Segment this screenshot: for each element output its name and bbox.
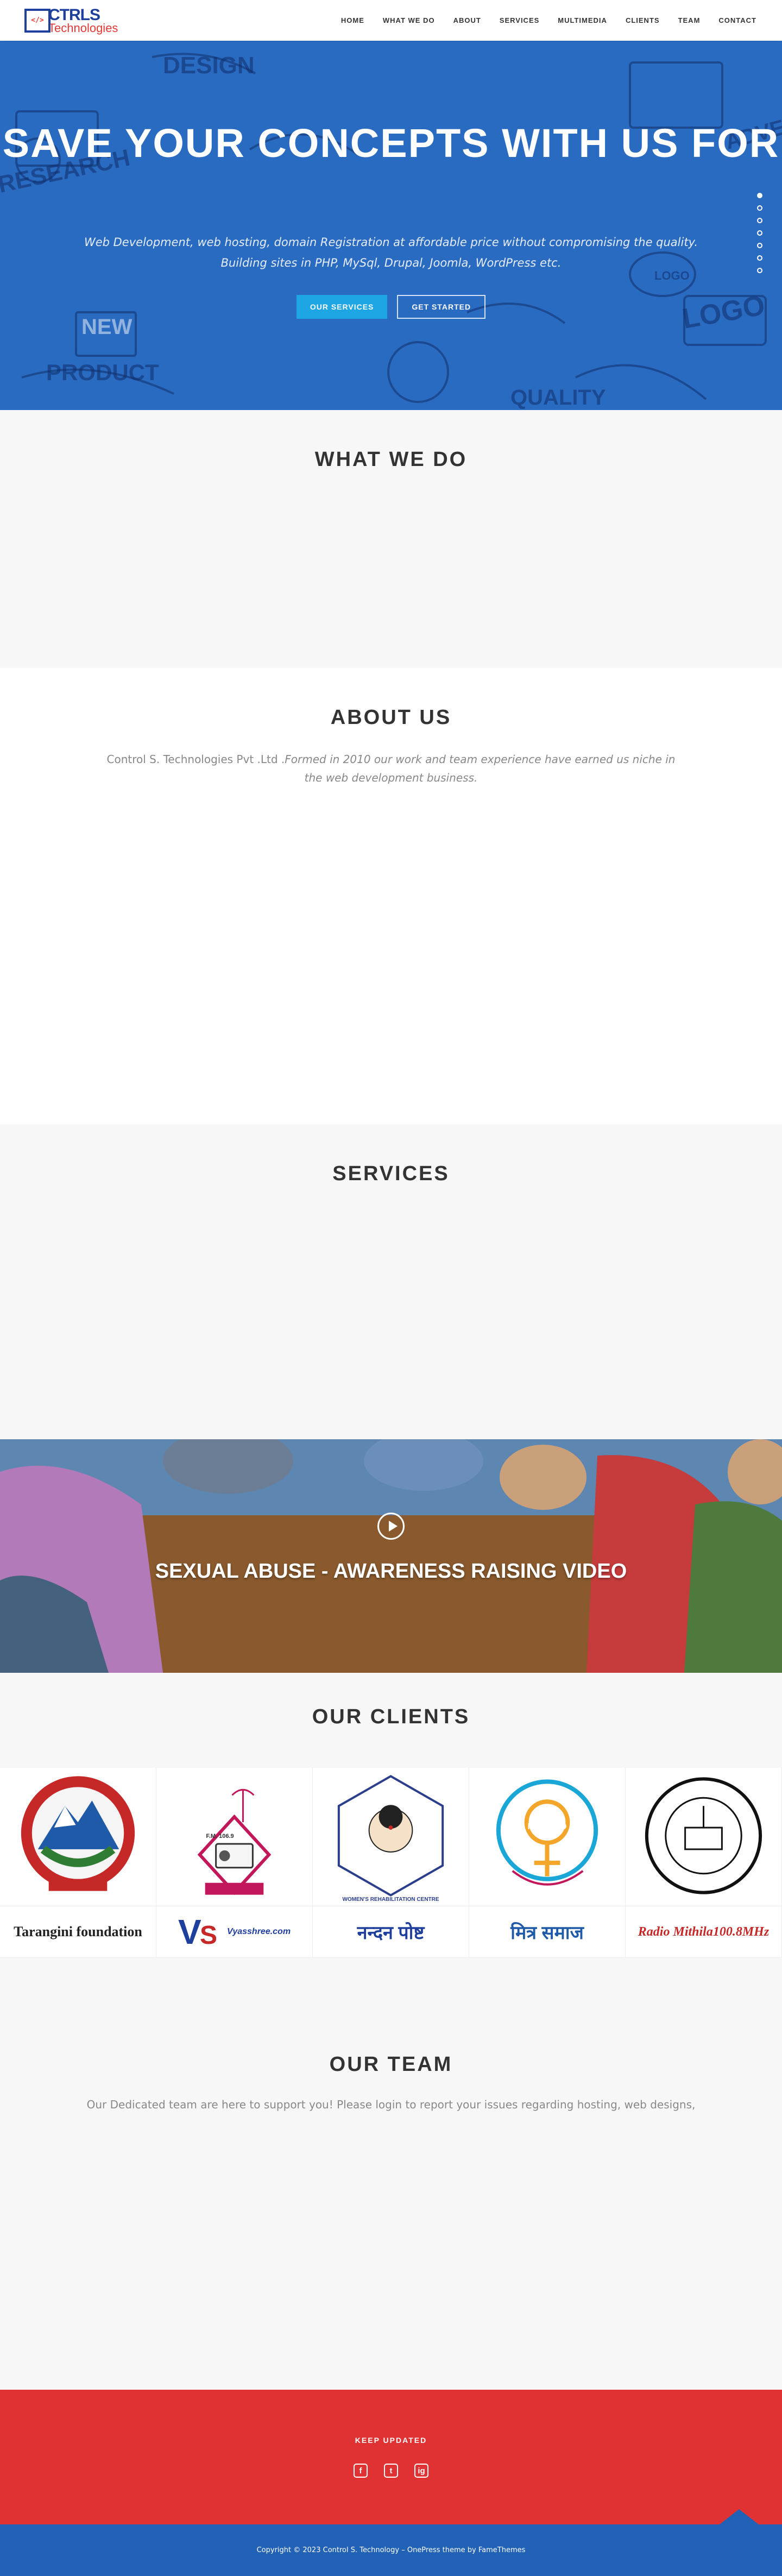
svg-text:S: S bbox=[200, 1921, 217, 1950]
facebook-icon[interactable]: f bbox=[354, 2464, 368, 2478]
svg-text:V: V bbox=[178, 1912, 201, 1951]
client-logo-vyasshree[interactable]: V S Vyasshree.com bbox=[156, 1906, 313, 1958]
client-logo-radio-mithila[interactable]: Radio Mithila100.8MHz bbox=[626, 1906, 782, 1958]
dot-nav-4[interactable] bbox=[757, 230, 762, 236]
nav-home[interactable]: HOME bbox=[332, 16, 374, 24]
nav-team[interactable]: TEAM bbox=[669, 16, 710, 24]
nav-services[interactable]: SERVICES bbox=[490, 16, 549, 24]
copyright-bar: Copyright © 2023 Control S. Technology –… bbox=[0, 2524, 782, 2576]
team-section: OUR TEAM Our Dedicated team are here to … bbox=[0, 2004, 782, 2390]
community-radio-seal-icon bbox=[645, 1777, 762, 1894]
clients-title: OUR CLIENTS bbox=[312, 1705, 470, 1728]
our-services-button[interactable]: OUR SERVICES bbox=[296, 295, 388, 319]
client-logo-womens-rehabilitation[interactable]: WOMEN'S REHABILITATION CENTRE bbox=[313, 1768, 469, 1906]
client-logo-nandan-post[interactable]: नन्दन पोष्ट bbox=[313, 1906, 469, 1958]
back-to-top-button[interactable] bbox=[720, 2509, 759, 2524]
hero-doodle-background: DESIGN RESEARCH NEW PRODUCT LOGO ADVERTI… bbox=[0, 41, 782, 410]
copyright-text: Copyright © 2023 Control S. Technology –… bbox=[256, 2546, 526, 2554]
client-vyasshree-label: Vyasshree.com bbox=[226, 1927, 291, 1936]
footer-section: KEEP UPDATED f t ig bbox=[0, 2390, 782, 2524]
dot-nav-7[interactable] bbox=[757, 268, 762, 273]
clients-grid: F.M. 106.9 WOMEN'S REHABILITATION CENTRE… bbox=[0, 1768, 782, 1958]
what-we-do-section: WHAT WE DO bbox=[0, 410, 782, 668]
dot-nav-5[interactable] bbox=[757, 243, 762, 248]
get-started-button[interactable]: GET STARTED bbox=[397, 295, 486, 319]
dot-nav-6[interactable] bbox=[757, 255, 762, 261]
hero-title: SAVE YOUR CONCEPTS WITH US FOR bbox=[2, 121, 780, 166]
team-description: Our Dedicated team are here to support y… bbox=[86, 2098, 696, 2111]
client-mithila-label: Radio Mithila100.8MHz bbox=[638, 1924, 770, 1939]
video-title: SEXUAL ABUSE - AWARENESS RAISING VIDEO bbox=[0, 1560, 782, 1583]
nav-what-we-do[interactable]: WHAT WE DO bbox=[374, 16, 444, 24]
client-nandan-label: नन्दन पोष्ट bbox=[357, 1923, 425, 1943]
doodle-text-quality: QUALITY bbox=[510, 386, 606, 410]
clients-section: OUR CLIENTS F.M. 106.9 WOMEN'S REHABILIT… bbox=[0, 1673, 782, 2004]
doodle-text-design: DESIGN bbox=[163, 52, 255, 79]
video-title-bold: AWARENESS RAISING VIDEO bbox=[333, 1560, 627, 1583]
client-logo-tarangini[interactable]: Tarangini foundation bbox=[0, 1906, 156, 1958]
nepal-emblem-icon bbox=[21, 1775, 135, 1891]
logo-code-icon: </> bbox=[24, 8, 51, 33]
about-section: ABOUT US Control S. Technologies Pvt .Lt… bbox=[0, 668, 782, 1124]
services-title: SERVICES bbox=[332, 1162, 450, 1185]
site-header: </> CTRLS Technologies HOME WHAT WE DO A… bbox=[0, 0, 782, 41]
dot-nav-3[interactable] bbox=[757, 218, 762, 223]
video-cartoon-background bbox=[0, 1439, 782, 1673]
client-mitra-label: मित्र समाज bbox=[510, 1923, 584, 1943]
hero-subtitle: Web Development, web hosting, domain Reg… bbox=[84, 236, 698, 269]
nav-about[interactable]: ABOUT bbox=[444, 16, 490, 24]
client-logo-community-radio[interactable] bbox=[626, 1768, 782, 1906]
video-title-light: SEXUAL ABUSE - bbox=[155, 1560, 333, 1583]
site-logo[interactable]: </> CTRLS Technologies bbox=[24, 4, 118, 37]
dot-nav-2[interactable] bbox=[757, 205, 762, 211]
logo-title: CTRLS bbox=[48, 5, 100, 24]
nav-multimedia[interactable]: MULTIMEDIA bbox=[548, 16, 616, 24]
hero-section: DESIGN RESEARCH NEW PRODUCT LOGO ADVERTI… bbox=[0, 41, 782, 410]
client-nawhrd-label: NAWHRD bbox=[527, 1822, 567, 1831]
doodle-text-product: PRODUCT bbox=[46, 360, 159, 385]
keep-updated-label: KEEP UPDATED bbox=[355, 2436, 427, 2445]
twitter-icon[interactable]: t bbox=[384, 2464, 398, 2478]
client-logo-mitra-samaj[interactable]: मित्र समाज bbox=[469, 1906, 626, 1958]
main-nav: HOME WHAT WE DO ABOUT SERVICES MULTIMEDI… bbox=[332, 16, 766, 24]
services-section: SERVICES bbox=[0, 1124, 782, 1439]
team-title: OUR TEAM bbox=[329, 2053, 453, 2076]
social-links: f t ig bbox=[0, 2464, 782, 2478]
nav-contact[interactable]: CONTACT bbox=[709, 16, 766, 24]
vs-logo-icon: V S bbox=[178, 1912, 217, 1951]
womens-rehab-icon bbox=[337, 1774, 444, 1897]
logo-code-tag: </> bbox=[31, 16, 44, 24]
section-dots-nav bbox=[757, 193, 762, 273]
play-icon[interactable] bbox=[377, 1513, 405, 1540]
client-logo-fm-radio[interactable]: F.M. 106.9 bbox=[156, 1768, 313, 1906]
client-womens-label: WOMEN'S REHABILITATION CENTRE bbox=[342, 1897, 439, 1903]
about-history: Formed in 2010 our work and team experie… bbox=[285, 753, 676, 784]
nav-clients[interactable]: CLIENTS bbox=[616, 16, 669, 24]
about-title: ABOUT US bbox=[330, 706, 452, 729]
video-section[interactable]: SEXUAL ABUSE - AWARENESS RAISING VIDEO bbox=[0, 1439, 782, 1673]
client-logo-nepal-government[interactable] bbox=[0, 1768, 156, 1906]
instagram-icon[interactable]: ig bbox=[414, 2464, 428, 2478]
logo-subtitle: Technologies bbox=[48, 21, 118, 35]
nawhrd-icon bbox=[496, 1779, 598, 1886]
about-description: Control S. Technologies Pvt .Ltd .Formed… bbox=[103, 750, 679, 787]
about-company: Control S. Technologies Pvt .Ltd . bbox=[106, 753, 285, 766]
client-fm-label: F.M. 106.9 bbox=[206, 1833, 234, 1840]
what-we-do-title: WHAT WE DO bbox=[314, 448, 468, 471]
client-tarangini-label: Tarangini foundation bbox=[14, 1924, 142, 1939]
hero-buttons: OUR SERVICES GET STARTED bbox=[0, 295, 782, 319]
dot-nav-1[interactable] bbox=[757, 193, 762, 198]
client-logo-nawhrd[interactable]: NAWHRD bbox=[469, 1768, 626, 1906]
